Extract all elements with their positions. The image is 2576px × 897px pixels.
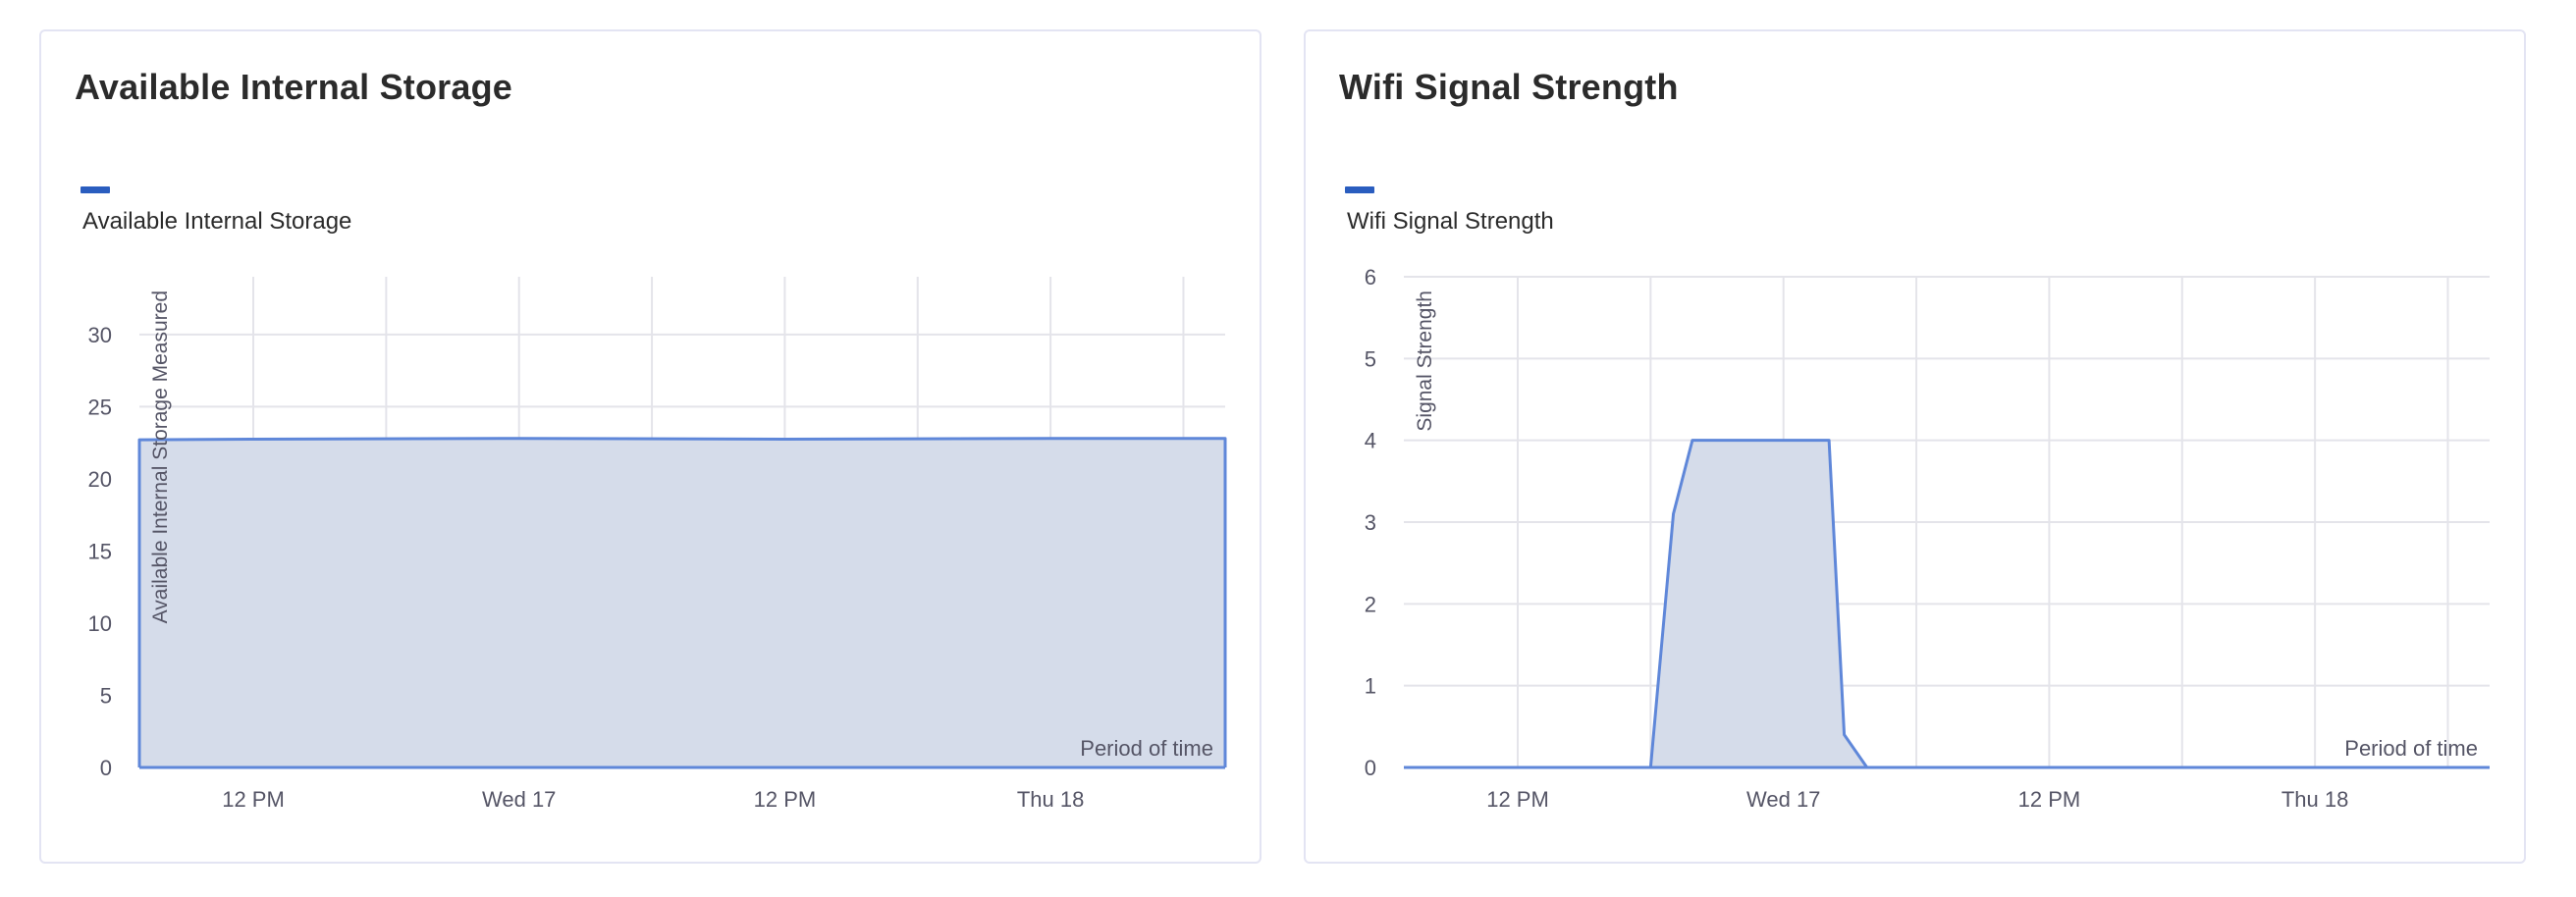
- wifi-area-chart: 0 1 2 3 4 5 6 12 PM Wed 17 12 PM Thu 18 Signal Stre…: [1365, 265, 2490, 812]
- y-tick-label: 5: [1365, 346, 1376, 371]
- y-tick-label: 6: [1365, 265, 1376, 290]
- x-tick-label: 12 PM: [1486, 787, 1549, 812]
- y-axis-label: Available Internal Storage Measured: [149, 290, 172, 623]
- y-tick-label: 4: [1365, 429, 1376, 453]
- y-tick-label: 3: [1365, 510, 1376, 535]
- y-tick-label: 5: [100, 683, 112, 708]
- x-tick-label: 12 PM: [2018, 787, 2081, 812]
- x-tick-label: Thu 18: [2281, 787, 2349, 812]
- y-tick-label: 0: [1365, 756, 1376, 780]
- x-tick-label: Wed 17: [1746, 787, 1820, 812]
- y-tick-label: 1: [1365, 674, 1376, 699]
- y-tick-label: 10: [88, 611, 112, 636]
- y-tick-label: 15: [88, 539, 112, 563]
- y-tick-label: 25: [88, 395, 112, 419]
- y-tick-label: 2: [1365, 592, 1376, 616]
- x-tick-label: Wed 17: [482, 787, 556, 812]
- x-axis-label: Period of time: [1080, 736, 1213, 761]
- y-tick-label: 30: [88, 323, 112, 347]
- wifi-chart-card: Wifi Signal Strength Wifi Signal Strengt…: [1304, 29, 2526, 864]
- x-tick-label: 12 PM: [754, 787, 817, 812]
- x-tick-label: 12 PM: [222, 787, 285, 812]
- storage-chart-card: Available Internal Storage Available Int…: [39, 29, 1261, 864]
- x-axis-label: Period of time: [2344, 736, 2478, 761]
- y-tick-label: 20: [88, 467, 112, 492]
- y-tick-label: 0: [100, 756, 112, 780]
- x-tick-label: Thu 18: [1017, 787, 1085, 812]
- series-area-fill: [139, 438, 1225, 767]
- y-axis-label: Signal Strength: [1414, 290, 1436, 432]
- storage-area-chart: 0 5 10 15 20 25 30 12 PM Wed 17 12 PM Thu 18 Availa…: [88, 277, 1227, 812]
